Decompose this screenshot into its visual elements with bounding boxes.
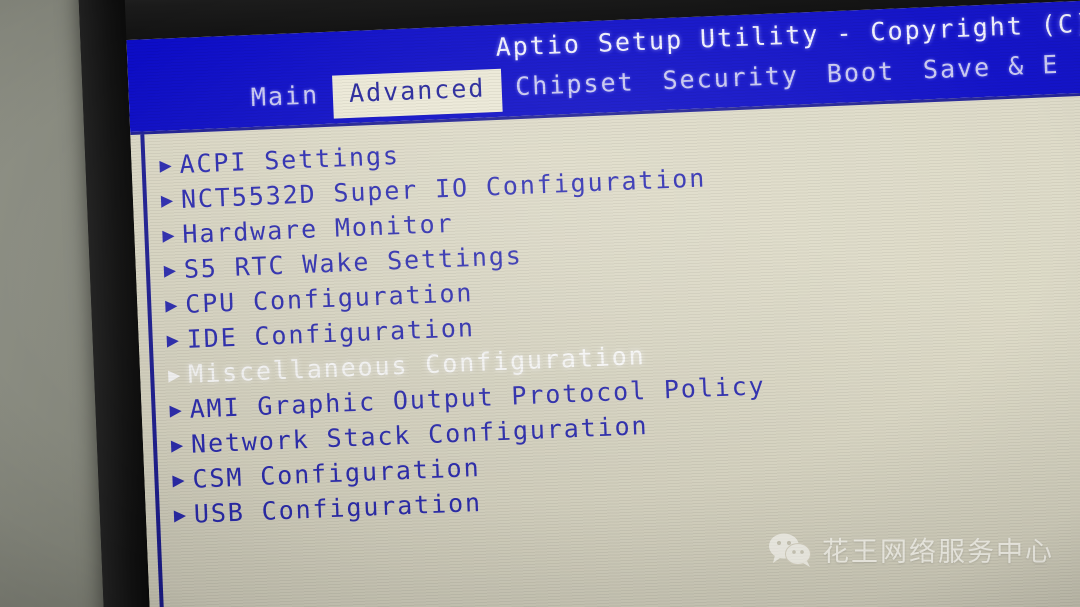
tab-security[interactable]: Security [648, 56, 814, 104]
triangle-right-icon [160, 227, 183, 244]
triangle-right-icon [159, 192, 182, 209]
tab-save-and-exit[interactable]: Save & E [908, 45, 1074, 93]
photo-scene: Aptio Setup Utility - Copyright (C) Main… [0, 0, 1080, 607]
tab-boot[interactable]: Boot [812, 52, 910, 97]
triangle-right-icon [170, 472, 193, 489]
tab-main[interactable]: Main [236, 76, 334, 121]
triangle-right-icon [172, 507, 195, 524]
triangle-right-icon [169, 437, 192, 454]
triangle-right-icon [166, 367, 189, 384]
monitor-bezel: Aptio Setup Utility - Copyright (C) Main… [78, 0, 1080, 607]
triangle-right-icon [163, 297, 186, 314]
tab-chipset[interactable]: Chipset [501, 63, 650, 110]
triangle-right-icon [164, 332, 187, 349]
menu-item-label: USB Configuration [193, 487, 483, 529]
triangle-right-icon [157, 157, 180, 174]
triangle-right-icon [162, 262, 185, 279]
advanced-menu-list[interactable]: ACPI Settings NCT5532D Super IO Configur… [130, 93, 1080, 534]
tab-advanced[interactable]: Advanced [332, 68, 503, 119]
triangle-right-icon [167, 402, 190, 419]
bios-content-panel: ACPI Settings NCT5532D Super IO Configur… [130, 89, 1080, 607]
monitor-screen: Aptio Setup Utility - Copyright (C) Main… [126, 0, 1080, 607]
